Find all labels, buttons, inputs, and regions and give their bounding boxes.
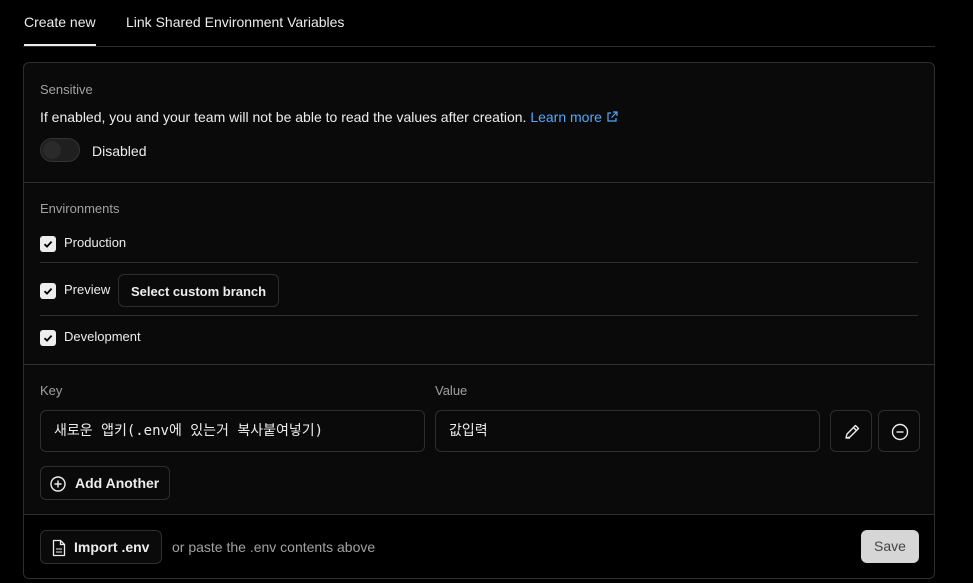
- preview-checkbox[interactable]: [40, 283, 56, 299]
- add-another-button[interactable]: Add Another: [40, 466, 170, 500]
- key-label: Key: [40, 383, 63, 398]
- toggle-state-label: Disabled: [92, 143, 147, 159]
- learn-more-label: Learn more: [530, 109, 602, 125]
- key-input[interactable]: 새로운 앱키(.env에 있는거 복사붙여넣기): [40, 410, 425, 452]
- edit-button[interactable]: [830, 410, 872, 452]
- tab-create-new[interactable]: Create new: [24, 14, 96, 46]
- toggle-knob: [43, 141, 61, 159]
- external-link-icon: [607, 111, 618, 122]
- form-footer: Import .env or paste the .env contents a…: [24, 515, 934, 578]
- check-icon: [43, 287, 53, 295]
- import-env-button[interactable]: Import .env: [40, 530, 162, 564]
- remove-button[interactable]: [878, 410, 920, 452]
- development-checkbox[interactable]: [40, 330, 56, 346]
- preview-label: Preview: [64, 282, 111, 297]
- env-var-form: Sensitive If enabled, you and your team …: [23, 62, 935, 579]
- pencil-icon: [845, 424, 860, 439]
- env-divider: [40, 262, 918, 263]
- sensitive-heading: Sensitive: [40, 82, 93, 97]
- production-checkbox[interactable]: [40, 236, 56, 252]
- save-button[interactable]: Save: [861, 530, 919, 563]
- env-row-preview: Preview Select custom branch: [40, 274, 918, 329]
- env-divider: [40, 315, 918, 316]
- sensitive-toggle[interactable]: [40, 138, 80, 162]
- value-input[interactable]: 값입력: [435, 410, 820, 452]
- production-label: Production: [64, 235, 127, 250]
- sensitive-description-text: If enabled, you and your team will not b…: [40, 109, 527, 125]
- environments-heading: Environments: [40, 201, 120, 216]
- check-icon: [43, 334, 53, 342]
- add-another-label: Add Another: [75, 475, 160, 491]
- select-custom-branch-button[interactable]: Select custom branch: [118, 274, 280, 307]
- tab-bar: Create new Link Shared Environment Varia…: [23, 0, 935, 47]
- sensitive-description: If enabled, you and your team will not b…: [40, 109, 618, 125]
- import-env-label: Import .env: [74, 539, 150, 555]
- learn-more-link[interactable]: Learn more: [530, 109, 618, 125]
- check-icon: [43, 240, 53, 248]
- plus-circle-icon: [50, 476, 66, 492]
- value-label: Value: [435, 383, 468, 398]
- paste-hint: or paste the .env contents above: [172, 539, 376, 555]
- sensitive-section: Sensitive If enabled, you and your team …: [24, 63, 934, 183]
- tab-link-shared-env-vars[interactable]: Link Shared Environment Variables: [126, 14, 344, 30]
- variables-section: Key Value 새로운 앱키(.env에 있는거 복사붙여넣기) 값입력 A…: [24, 365, 934, 515]
- file-icon: [52, 539, 66, 557]
- environments-section: Environments Production Preview Select c…: [24, 183, 934, 365]
- minus-circle-icon: [891, 423, 909, 441]
- development-label: Development: [64, 329, 141, 344]
